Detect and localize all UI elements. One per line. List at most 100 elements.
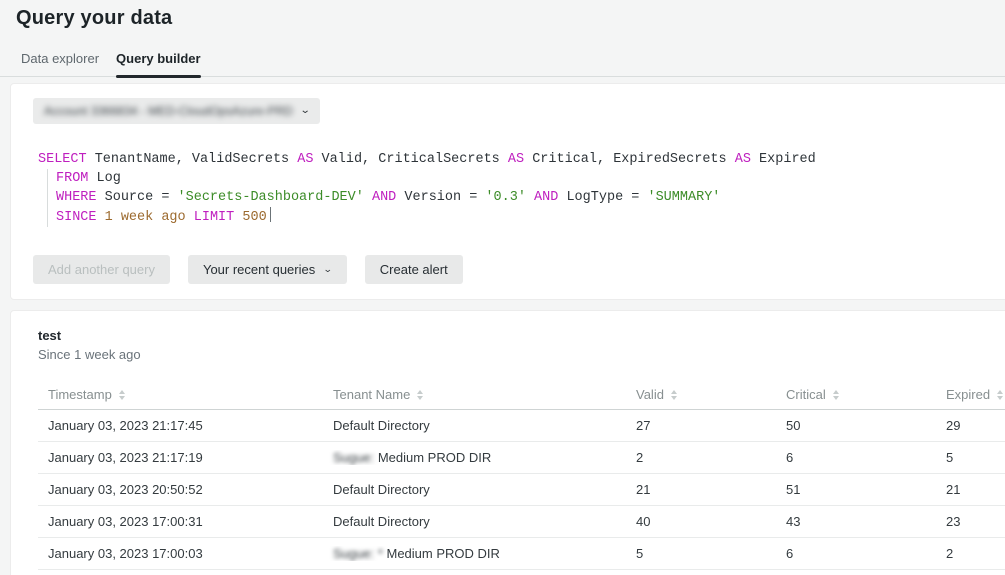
timestamp-cell: January 03, 2023 20:50:52 bbox=[48, 482, 203, 497]
valid-cell: 5 bbox=[636, 546, 644, 561]
tab-data-explorer[interactable]: Data explorer bbox=[21, 47, 99, 76]
timestamp-cell: January 03, 2023 21:17:19 bbox=[48, 450, 203, 465]
column-header-expired[interactable]: Expired bbox=[936, 387, 1005, 402]
query-token-id bbox=[526, 190, 534, 205]
query-token-id: Expired bbox=[750, 152, 816, 167]
critical-cell: 50 bbox=[786, 418, 801, 433]
tenant-name-cell: Sugue: * Medium PROD DIR bbox=[333, 546, 500, 561]
tab-query-builder[interactable]: Query builder bbox=[116, 47, 201, 78]
sort-icon bbox=[417, 389, 424, 400]
query-token-id: Version = bbox=[396, 190, 486, 205]
query-token-id: Log bbox=[88, 171, 121, 186]
recent-queries-label: Your recent queries bbox=[202, 262, 316, 277]
account-selector-label: Account 3366834 - MED-CloudOpsAzure-PRD bbox=[44, 104, 293, 118]
sort-icon bbox=[997, 389, 1004, 400]
results-table-body: January 03, 2023 21:17:45 Default Directo… bbox=[38, 410, 1005, 570]
column-header-label: Critical bbox=[786, 387, 826, 402]
results-table: Timestamp Tenant Name Valid Critical Expired… bbox=[38, 380, 1005, 570]
text-cursor-caret bbox=[269, 207, 271, 222]
sort-icon bbox=[118, 389, 125, 400]
result-title: test bbox=[38, 328, 62, 343]
tenant-name-cell: Default Directory bbox=[333, 482, 430, 497]
expired-cell: 29 bbox=[946, 418, 961, 433]
query-token-id bbox=[364, 190, 372, 205]
results-table-header: Timestamp Tenant Name Valid Critical Expired bbox=[38, 380, 1005, 410]
create-alert-button[interactable]: Create alert bbox=[364, 255, 463, 284]
query-token-num: 1 week ago bbox=[104, 210, 186, 225]
query-token-kw: SELECT bbox=[38, 152, 87, 167]
expired-cell: 5 bbox=[946, 450, 954, 465]
recent-queries-button[interactable]: Your recent queries ⌄ bbox=[187, 255, 347, 284]
add-another-query-button[interactable]: Add another query bbox=[33, 255, 170, 284]
valid-cell: 21 bbox=[636, 482, 651, 497]
tenant-name-cell: Default Directory bbox=[333, 514, 430, 529]
column-header-label: Tenant Name bbox=[333, 387, 411, 402]
column-header-label: Expired bbox=[946, 387, 991, 402]
page-title: Query your data bbox=[16, 7, 173, 29]
valid-cell: 2 bbox=[636, 450, 644, 465]
timestamp-cell: January 03, 2023 17:00:31 bbox=[48, 514, 203, 529]
query-token-kw: AND bbox=[534, 190, 559, 205]
table-row: January 03, 2023 21:17:45 Default Directo… bbox=[38, 410, 1005, 442]
query-token-num: 500 bbox=[242, 210, 267, 225]
query-token-kw: AND bbox=[371, 190, 397, 205]
timestamp-cell: January 03, 2023 17:00:03 bbox=[48, 546, 203, 561]
query-token-id: TenantName, ValidSecrets bbox=[86, 152, 298, 167]
table-row: January 03, 2023 17:00:03 Sugue: * Medium… bbox=[38, 538, 1005, 570]
column-header-label: Timestamp bbox=[48, 387, 112, 402]
valid-cell: 27 bbox=[636, 418, 651, 433]
sort-icon bbox=[832, 389, 839, 400]
result-time-range: Since 1 week ago bbox=[38, 347, 141, 362]
tenant-name-cell: Default Directory bbox=[333, 418, 430, 433]
query-editor[interactable]: SELECT TenantName, ValidSecrets AS Valid… bbox=[38, 150, 1005, 227]
query-line: SELECT TenantName, ValidSecrets AS Valid… bbox=[38, 150, 1005, 169]
query-builder-panel: Account 3366834 - MED-CloudOpsAzure-PRD … bbox=[10, 83, 1005, 300]
column-header-label: Valid bbox=[636, 387, 664, 402]
query-token-id bbox=[97, 210, 105, 225]
query-token-kw: AS bbox=[734, 152, 751, 167]
page-header: Query your data bbox=[0, 0, 1005, 30]
critical-cell: 6 bbox=[786, 450, 794, 465]
query-toolbar: Add another query Your recent queries ⌄ … bbox=[33, 255, 1005, 284]
expired-cell: 2 bbox=[946, 546, 954, 561]
query-line: WHERE Source = 'Secrets-Dashboard-DEV' A… bbox=[47, 188, 1005, 207]
critical-cell: 43 bbox=[786, 514, 801, 529]
column-header-valid[interactable]: Valid bbox=[626, 387, 776, 402]
critical-cell: 51 bbox=[786, 482, 801, 497]
column-header-timestamp[interactable]: Timestamp bbox=[38, 387, 323, 402]
account-selector[interactable]: Account 3366834 - MED-CloudOpsAzure-PRD … bbox=[33, 98, 321, 124]
query-token-str: '0.3' bbox=[485, 190, 526, 205]
critical-cell: 6 bbox=[786, 546, 794, 561]
expired-cell: 21 bbox=[946, 482, 961, 497]
query-token-id: LogType = bbox=[558, 190, 648, 205]
tenant-name-cell: Sugue: Medium PROD DIR bbox=[333, 450, 492, 465]
expired-cell: 23 bbox=[946, 514, 961, 529]
query-line: SINCE 1 week ago LIMIT 500 bbox=[47, 207, 1005, 227]
redacted-text: Sugue: bbox=[333, 450, 378, 465]
query-token-kw: SINCE bbox=[56, 210, 97, 225]
column-header-tenant-name[interactable]: Tenant Name bbox=[323, 387, 626, 402]
table-row: January 03, 2023 21:17:19 Sugue: Medium P… bbox=[38, 442, 1005, 474]
tab-bar: Data explorer Query builder bbox=[0, 47, 1005, 78]
query-token-kw: WHERE bbox=[56, 190, 97, 205]
query-token-id bbox=[186, 210, 194, 225]
query-result-panel: test Since 1 week ago Timestamp Tenant Na… bbox=[10, 310, 1005, 575]
timestamp-cell: January 03, 2023 21:17:45 bbox=[48, 418, 203, 433]
query-token-id: Source = bbox=[96, 190, 178, 205]
query-token-kw: FROM bbox=[56, 171, 89, 186]
table-row: January 03, 2023 20:50:52 Default Directo… bbox=[38, 474, 1005, 506]
query-token-kw: LIMIT bbox=[193, 210, 235, 225]
chevron-down-icon: ⌄ bbox=[299, 105, 311, 116]
query-token-str: 'SUMMARY' bbox=[647, 190, 721, 205]
query-token-id: Valid, CriticalSecrets bbox=[313, 152, 508, 167]
query-token-kw: AS bbox=[297, 152, 314, 167]
table-row: January 03, 2023 17:00:31 Default Directo… bbox=[38, 506, 1005, 538]
query-token-kw: AS bbox=[507, 152, 525, 167]
chevron-down-icon: ⌄ bbox=[323, 264, 333, 274]
sort-icon bbox=[670, 389, 677, 400]
redacted-text: Sugue: * bbox=[333, 546, 383, 561]
column-header-critical[interactable]: Critical bbox=[776, 387, 936, 402]
query-token-id: Critical, ExpiredSecrets bbox=[524, 152, 735, 167]
valid-cell: 40 bbox=[636, 514, 651, 529]
query-token-str: 'Secrets-Dashboard-DEV' bbox=[177, 190, 364, 205]
